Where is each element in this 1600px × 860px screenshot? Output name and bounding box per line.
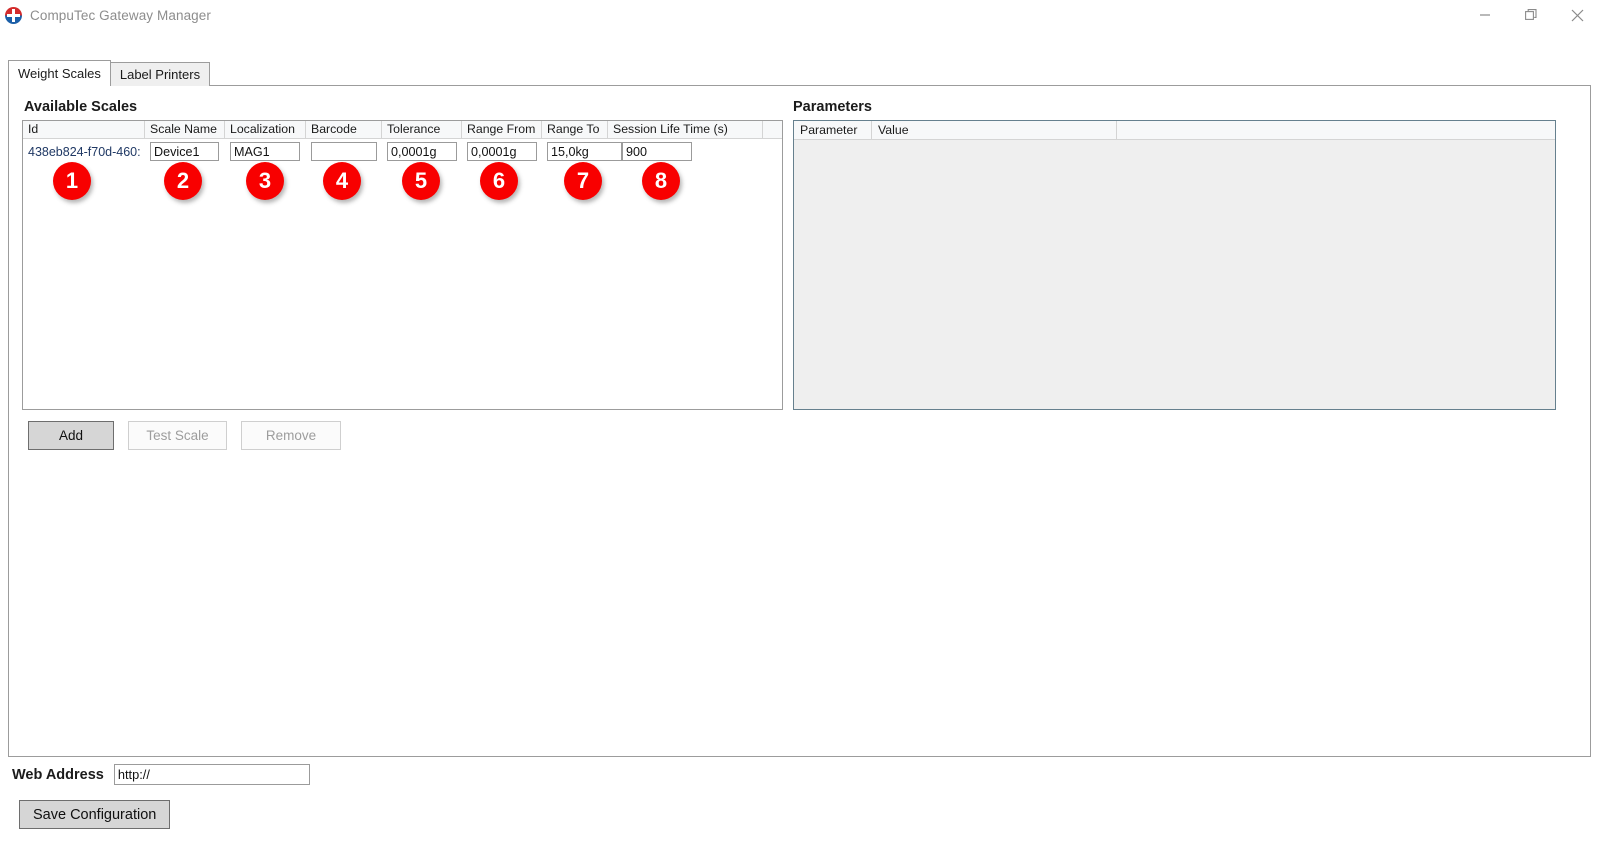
scales-grid-header: Id Scale Name Localization Barcode Toler… (23, 121, 782, 139)
range-from-input[interactable] (467, 142, 537, 161)
available-scales-title: Available Scales (24, 99, 138, 115)
save-configuration-button[interactable]: Save Configuration (19, 800, 171, 829)
column-header-scale-name[interactable]: Scale Name (145, 121, 225, 138)
cell-session-life-time[interactable] (608, 139, 763, 164)
column-header-session-life-time[interactable]: Session Life Time (s) (608, 121, 763, 138)
annotation-badge-1: 1 (53, 162, 91, 200)
column-header-range-to[interactable]: Range To (542, 121, 608, 138)
parameters-grid: Parameter Value (793, 120, 1556, 410)
tab-label-printers-label: Label Printers (119, 67, 201, 82)
tab-weight-scales-label: Weight Scales (18, 66, 101, 81)
cell-range-to[interactable] (542, 139, 622, 164)
web-address-row: Web Address (12, 764, 310, 785)
window-titlebar: CompuTec Gateway Manager (0, 0, 1600, 30)
parameters-grid-header: Parameter Value (794, 121, 1555, 140)
web-address-label: Web Address (12, 766, 104, 783)
column-header-tolerance[interactable]: Tolerance (382, 121, 462, 138)
tabstrip: Weight Scales Label Printers (8, 60, 211, 86)
column-header-filler (763, 121, 782, 138)
table-row[interactable]: 438eb824-f70d-460: (23, 139, 782, 164)
annotation-badge-5: 5 (402, 162, 440, 200)
web-address-input[interactable] (113, 764, 310, 785)
annotation-badge-7: 7 (564, 162, 602, 200)
column-header-barcode[interactable]: Barcode (306, 121, 382, 138)
session-life-time-input[interactable] (622, 142, 692, 161)
column-header-parameter[interactable]: Parameter (794, 121, 872, 139)
scale-name-input[interactable] (150, 142, 219, 161)
cell-tolerance[interactable] (382, 139, 462, 164)
annotation-badge-2: 2 (164, 162, 202, 200)
annotation-badge-8: 8 (642, 162, 680, 200)
cell-range-from[interactable] (462, 139, 542, 164)
tab-label-printers[interactable]: Label Printers (109, 62, 211, 86)
barcode-input[interactable] (311, 142, 377, 161)
close-button[interactable] (1554, 0, 1600, 30)
remove-button[interactable]: Remove (241, 421, 341, 450)
test-scale-button[interactable]: Test Scale (128, 421, 227, 450)
column-header-localization[interactable]: Localization (225, 121, 306, 138)
annotation-badge-4: 4 (323, 162, 361, 200)
add-button[interactable]: Add (28, 421, 114, 450)
annotation-badge-3: 3 (246, 162, 284, 200)
cell-localization[interactable] (225, 139, 306, 164)
scale-id-value: 438eb824-f70d-460: (28, 144, 141, 159)
window-controls (1462, 0, 1600, 30)
computec-logo-icon (5, 6, 22, 24)
column-header-value[interactable]: Value (872, 121, 1117, 139)
tolerance-input[interactable] (387, 142, 457, 161)
column-header-id[interactable]: Id (23, 121, 145, 138)
window-title: CompuTec Gateway Manager (30, 7, 211, 23)
parameters-title: Parameters (793, 99, 872, 115)
tab-weight-scales[interactable]: Weight Scales (8, 60, 111, 86)
minimize-button[interactable] (1462, 0, 1508, 30)
scales-action-buttons: Add Test Scale Remove (28, 421, 341, 450)
cell-barcode[interactable] (306, 139, 382, 164)
column-header-parameters-filler (1117, 121, 1555, 139)
column-header-range-from[interactable]: Range From (462, 121, 542, 138)
parameters-grid-body (794, 140, 1555, 409)
cell-scale-name[interactable] (145, 139, 225, 164)
localization-input[interactable] (230, 142, 300, 161)
cell-id[interactable]: 438eb824-f70d-460: (23, 139, 145, 164)
restore-button[interactable] (1508, 0, 1554, 30)
annotation-badge-6: 6 (480, 162, 518, 200)
